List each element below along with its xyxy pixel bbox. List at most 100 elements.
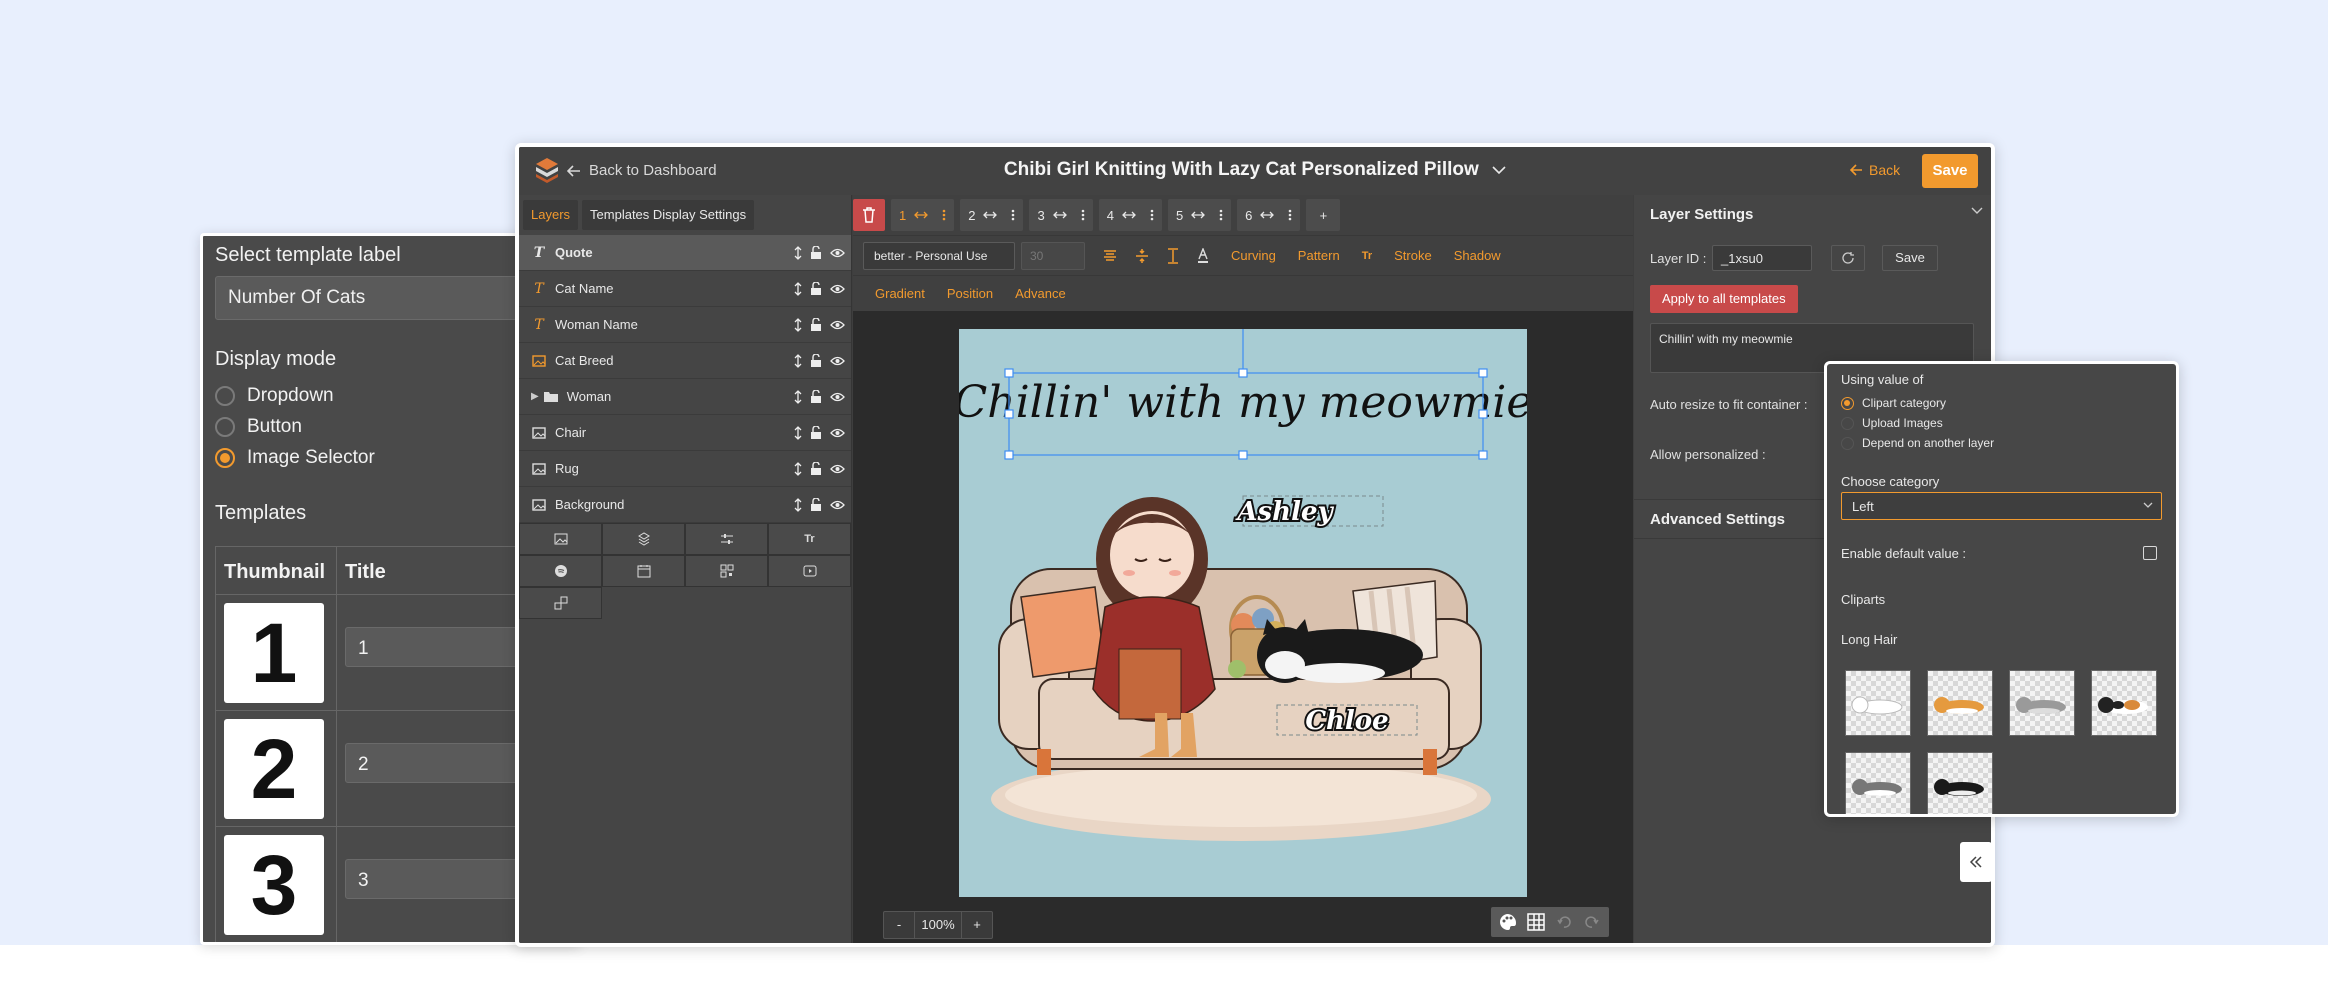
back-button[interactable]: Back	[1850, 162, 1900, 178]
document-title-text[interactable]: Chibi Girl Knitting With Lazy Cat Person…	[1004, 159, 1479, 180]
unlock-icon[interactable]	[810, 426, 822, 439]
font-select[interactable]: better - Personal Use	[863, 241, 1015, 270]
template-chip-4[interactable]: 4	[1098, 199, 1162, 231]
unlock-icon[interactable]	[810, 354, 822, 367]
radio-checked-icon[interactable]	[1841, 396, 1854, 410]
app-logo[interactable]	[534, 156, 560, 184]
layer-row-rug[interactable]: Rug	[519, 451, 851, 487]
clipart-white-cat[interactable]	[1845, 670, 1911, 736]
text-transform-icon[interactable]: Tr	[1362, 250, 1372, 262]
visibility-eye-icon[interactable]	[830, 500, 845, 510]
back-to-dashboard-link[interactable]: Back to Dashboard	[567, 162, 717, 179]
unlock-icon[interactable]	[810, 498, 822, 511]
mode-dropdown-option[interactable]: Dropdown	[215, 384, 334, 408]
move-icon[interactable]	[794, 497, 802, 512]
layer-row-chair[interactable]: Chair	[519, 415, 851, 451]
visibility-eye-icon[interactable]	[830, 284, 845, 294]
template-chip-1[interactable]: 1	[891, 199, 955, 231]
tab-templates-display-settings[interactable]: Templates Display Settings	[582, 200, 755, 230]
more-options-icon[interactable]	[942, 209, 946, 221]
visibility-eye-icon[interactable]	[830, 356, 845, 366]
shadow-button[interactable]: Shadow	[1454, 248, 1501, 263]
align-center-icon[interactable]	[1103, 249, 1117, 262]
delete-icon[interactable]	[853, 199, 885, 231]
apply-to-all-templates-button[interactable]: Apply to all templates	[1650, 285, 1798, 313]
add-template-button[interactable]: +	[1306, 199, 1341, 231]
expand-arrow-icon[interactable]: ▶	[531, 391, 539, 402]
mode-image-selector-option[interactable]: Image Selector	[215, 446, 375, 470]
mode-button-option[interactable]: Button	[215, 415, 302, 439]
visibility-eye-icon[interactable]	[830, 392, 845, 402]
undo-icon[interactable]	[1551, 909, 1577, 935]
template-chip-2[interactable]: 2	[960, 199, 1024, 231]
layer-row-woman-name[interactable]: T Woman Name	[519, 307, 851, 343]
zoom-out-button[interactable]: -	[884, 912, 914, 938]
stroke-button[interactable]: Stroke	[1394, 248, 1432, 263]
move-icon[interactable]	[794, 425, 802, 440]
font-size-input[interactable]: 30	[1021, 241, 1085, 270]
radio-unchecked-icon[interactable]	[215, 386, 235, 406]
move-icon[interactable]	[794, 245, 802, 260]
move-icon[interactable]	[794, 389, 802, 404]
layer-id-input[interactable]: _1xsu0	[1712, 245, 1812, 271]
visibility-eye-icon[interactable]	[830, 464, 845, 474]
visibility-eye-icon[interactable]	[830, 320, 845, 330]
add-spotify-icon[interactable]	[519, 555, 602, 587]
option-depend-on-another-layer[interactable]: Depend on another layer	[1841, 436, 1994, 450]
unlock-icon[interactable]	[810, 282, 822, 295]
move-icon[interactable]	[794, 317, 802, 332]
grid-icon[interactable]	[1523, 909, 1549, 935]
layer-row-background[interactable]: Background	[519, 487, 851, 523]
line-height-icon[interactable]	[1167, 247, 1179, 264]
radio-unchecked-icon[interactable]	[215, 417, 235, 437]
more-options-icon[interactable]	[1150, 209, 1154, 221]
layer-row-woman[interactable]: ▶ Woman	[519, 379, 851, 415]
unlock-icon[interactable]	[810, 390, 822, 403]
radio-checked-icon[interactable]	[215, 448, 235, 468]
advance-button[interactable]: Advance	[1015, 286, 1066, 301]
more-options-icon[interactable]	[1219, 209, 1223, 221]
layer-row-cat-name[interactable]: T Cat Name	[519, 271, 851, 307]
more-options-icon[interactable]	[1288, 209, 1292, 221]
clipart-gray-tabby-cat[interactable]	[2009, 670, 2075, 736]
gradient-button[interactable]: Gradient	[875, 286, 925, 301]
more-options-icon[interactable]	[1081, 209, 1085, 221]
move-icon[interactable]	[794, 461, 802, 476]
layer-row-cat-breed[interactable]: Cat Breed	[519, 343, 851, 379]
template-chip-5[interactable]: 5	[1167, 199, 1232, 231]
save-button[interactable]: Save	[1922, 154, 1978, 188]
template-thumbnail[interactable]: 2	[224, 719, 324, 819]
add-video-icon[interactable]	[768, 555, 851, 587]
palette-icon[interactable]	[1495, 909, 1521, 935]
add-calendar-icon[interactable]	[602, 555, 685, 587]
add-group-icon[interactable]	[519, 587, 602, 619]
move-icon[interactable]	[794, 281, 802, 296]
clipart-gray-white-cat[interactable]	[1845, 752, 1911, 814]
text-color-icon[interactable]	[1197, 247, 1209, 264]
vertical-align-icon[interactable]	[1135, 248, 1149, 264]
move-icon[interactable]	[794, 353, 802, 368]
more-options-icon[interactable]	[1011, 209, 1015, 221]
zoom-in-button[interactable]: +	[962, 912, 992, 938]
add-layers-icon[interactable]	[602, 523, 685, 555]
clipart-calico-cat[interactable]	[2091, 670, 2157, 736]
option-clipart-category[interactable]: Clipart category	[1841, 396, 1946, 410]
curving-button[interactable]: Curving	[1231, 248, 1276, 263]
enable-default-checkbox[interactable]	[2143, 546, 2157, 560]
adjust-icon[interactable]	[685, 523, 768, 555]
unlock-icon[interactable]	[810, 318, 822, 331]
pattern-button[interactable]: Pattern	[1298, 248, 1340, 263]
collapse-panel-button[interactable]	[1960, 842, 1992, 882]
add-image-icon[interactable]	[519, 523, 602, 555]
clipart-orange-tabby-cat[interactable]	[1927, 670, 1993, 736]
visibility-eye-icon[interactable]	[830, 428, 845, 438]
template-thumbnail[interactable]: 1	[224, 603, 324, 703]
template-thumbnail[interactable]: 3	[224, 835, 324, 935]
radio-unchecked-icon[interactable]	[1841, 416, 1854, 430]
template-chip-3[interactable]: 3	[1029, 199, 1093, 231]
add-qr-code-icon[interactable]	[685, 555, 768, 587]
layer-settings-header[interactable]: Layer Settings	[1634, 195, 1991, 233]
redo-icon[interactable]	[1579, 909, 1605, 935]
option-upload-images[interactable]: Upload Images	[1841, 416, 1943, 430]
template-chip-6[interactable]: 6	[1237, 199, 1301, 231]
